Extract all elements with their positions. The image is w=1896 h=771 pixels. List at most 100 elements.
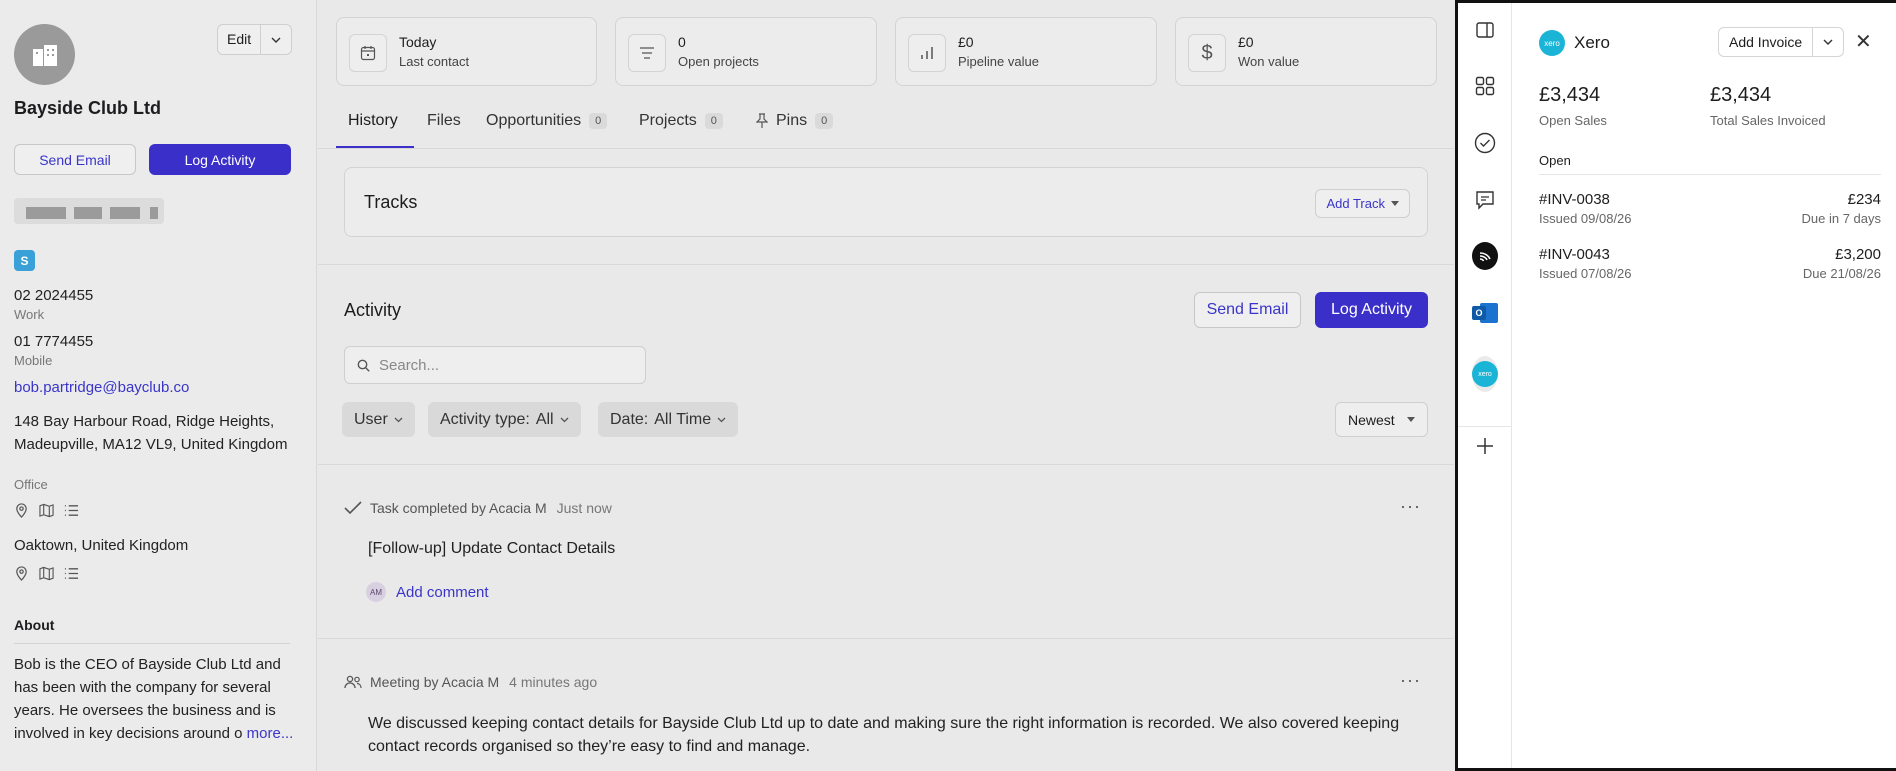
address-label: Office	[14, 477, 48, 492]
tab-history[interactable]: History	[348, 112, 398, 130]
phone-work[interactable]: 02 2024455	[14, 287, 93, 304]
edit-dropdown-button[interactable]	[261, 25, 291, 54]
add-invoice-button[interactable]: Add Invoice	[1719, 28, 1814, 56]
tab-opportunities[interactable]: Opportunities 0	[486, 112, 608, 130]
filter-value: All Time	[654, 410, 712, 428]
stat-label: Open projects	[678, 54, 759, 69]
send-email-button[interactable]: Send Email	[14, 144, 136, 175]
integration-rail: O xero	[1458, 3, 1512, 768]
filter-value: All	[535, 410, 554, 428]
map-pin-icon[interactable]	[14, 503, 29, 518]
tab-pins[interactable]: Pins 0	[756, 112, 834, 130]
filter-label: User	[354, 410, 388, 428]
activity-search-input[interactable]: Search...	[344, 346, 646, 384]
building-icon	[32, 44, 57, 66]
redacted-field	[14, 198, 164, 224]
xero-rail-icon[interactable]: xero	[1472, 356, 1498, 392]
stat-value: £0	[1238, 34, 1254, 50]
pin-icon	[756, 113, 768, 128]
tab-count: 0	[815, 113, 834, 129]
date-filter[interactable]: Date: All Time	[598, 402, 739, 437]
phone-mobile[interactable]: 01 7774455	[14, 333, 93, 350]
map-pin-icon[interactable]	[14, 566, 29, 581]
add-comment-link[interactable]: Add comment	[396, 584, 489, 601]
chevron-down-icon	[394, 417, 403, 422]
chat-icon[interactable]	[1472, 187, 1498, 213]
invoice-due: Due in 7 days	[1801, 211, 1882, 226]
about-heading: About	[14, 617, 55, 633]
tab-count: 0	[704, 113, 723, 129]
tab-projects[interactable]: Projects 0	[639, 112, 723, 130]
check-icon	[344, 501, 362, 515]
company-avatar	[14, 24, 75, 85]
add-icon[interactable]	[1472, 433, 1498, 459]
avatar: AM	[366, 582, 386, 602]
tracks-card: Tracks Add Track	[344, 167, 1428, 237]
chevron-down-icon	[560, 417, 569, 422]
invoice-amount: £234	[1847, 191, 1881, 208]
outlook-icon[interactable]: O	[1472, 300, 1498, 326]
add-track-button[interactable]: Add Track	[1315, 189, 1410, 218]
feed-item-header: Task completed by Acacia M Just now	[344, 500, 612, 516]
divider	[1539, 174, 1881, 175]
tab-label: Opportunities	[486, 112, 582, 129]
more-options-icon[interactable]: ···	[1400, 670, 1421, 691]
more-options-icon[interactable]: ···	[1400, 496, 1421, 517]
chevron-down-icon	[1823, 39, 1833, 45]
tab-files[interactable]: Files	[427, 112, 461, 130]
feed-item-body: [Follow-up] Update Contact Details	[368, 540, 616, 557]
user-filter[interactable]: User	[342, 402, 415, 437]
stat-open-projects: 0 Open projects	[615, 17, 877, 86]
total-sales-label: Total Sales Invoiced	[1710, 113, 1826, 128]
stat-label: Pipeline value	[958, 54, 1039, 69]
chevron-down-icon	[271, 37, 281, 43]
invoice-number: #INV-0043	[1539, 246, 1610, 263]
calendar-icon	[349, 34, 387, 72]
close-icon[interactable]: ✕	[1855, 32, 1872, 52]
add-invoice-dropdown[interactable]	[1813, 28, 1843, 56]
search-icon	[357, 359, 370, 372]
feed-item-kind: Meeting by Acacia M	[370, 674, 500, 690]
tab-label: Pins	[776, 112, 808, 129]
activity-log-activity-button[interactable]: Log Activity	[1315, 292, 1428, 328]
feed-item-kind: Task completed by Acacia M	[370, 500, 547, 516]
map-icon[interactable]	[39, 566, 54, 581]
active-tab-indicator	[336, 146, 414, 148]
log-activity-button[interactable]: Log Activity	[149, 144, 291, 175]
map-icon[interactable]	[39, 503, 54, 518]
list-icon[interactable]	[64, 566, 79, 581]
sort-dropdown[interactable]: Newest	[1335, 402, 1428, 437]
skype-icon[interactable]: S	[14, 250, 35, 271]
tracks-title: Tracks	[364, 192, 418, 212]
contact-sidebar: Edit Bayside Club Ltd Send Email Log Act…	[0, 0, 317, 771]
stat-value: Today	[399, 34, 437, 50]
sidebar-toggle-icon[interactable]	[1472, 17, 1498, 43]
invoice-issued: Issued 09/08/26	[1539, 211, 1632, 226]
list-icon[interactable]	[64, 503, 79, 518]
email-link[interactable]: bob.partridge@bayclub.co	[14, 379, 189, 396]
list-icon	[628, 34, 666, 72]
sort-label: Newest	[1348, 411, 1395, 428]
section-divider	[318, 638, 1454, 639]
edit-button[interactable]: Edit	[218, 25, 262, 54]
activity-type-filter[interactable]: Activity type: All	[428, 402, 581, 437]
filter-label: Date:	[610, 410, 649, 428]
search-placeholder: Search...	[379, 356, 440, 374]
open-sales-label: Open Sales	[1539, 113, 1607, 128]
grid-icon[interactable]	[1472, 73, 1498, 99]
integration-black-icon[interactable]	[1472, 242, 1498, 270]
company-name: Bayside Club Ltd	[14, 98, 162, 118]
users-icon	[344, 675, 362, 689]
divider	[1458, 426, 1512, 427]
stat-pipeline-value: £0 Pipeline value	[895, 17, 1157, 86]
feed-item-time: Just now	[556, 500, 612, 516]
more-link[interactable]: more...	[247, 725, 294, 742]
xero-panel	[1455, 0, 1896, 771]
chevron-down-icon	[717, 417, 726, 422]
tabs-divider	[318, 148, 1454, 149]
edit-button-group: Edit	[217, 24, 293, 55]
about-text: Bob is the CEO of Bayside Club Ltd and h…	[14, 656, 294, 742]
activity-send-email-button[interactable]: Send Email	[1194, 292, 1301, 328]
stat-last-contact: Today Last contact	[336, 17, 597, 86]
check-circle-icon[interactable]	[1472, 130, 1498, 156]
